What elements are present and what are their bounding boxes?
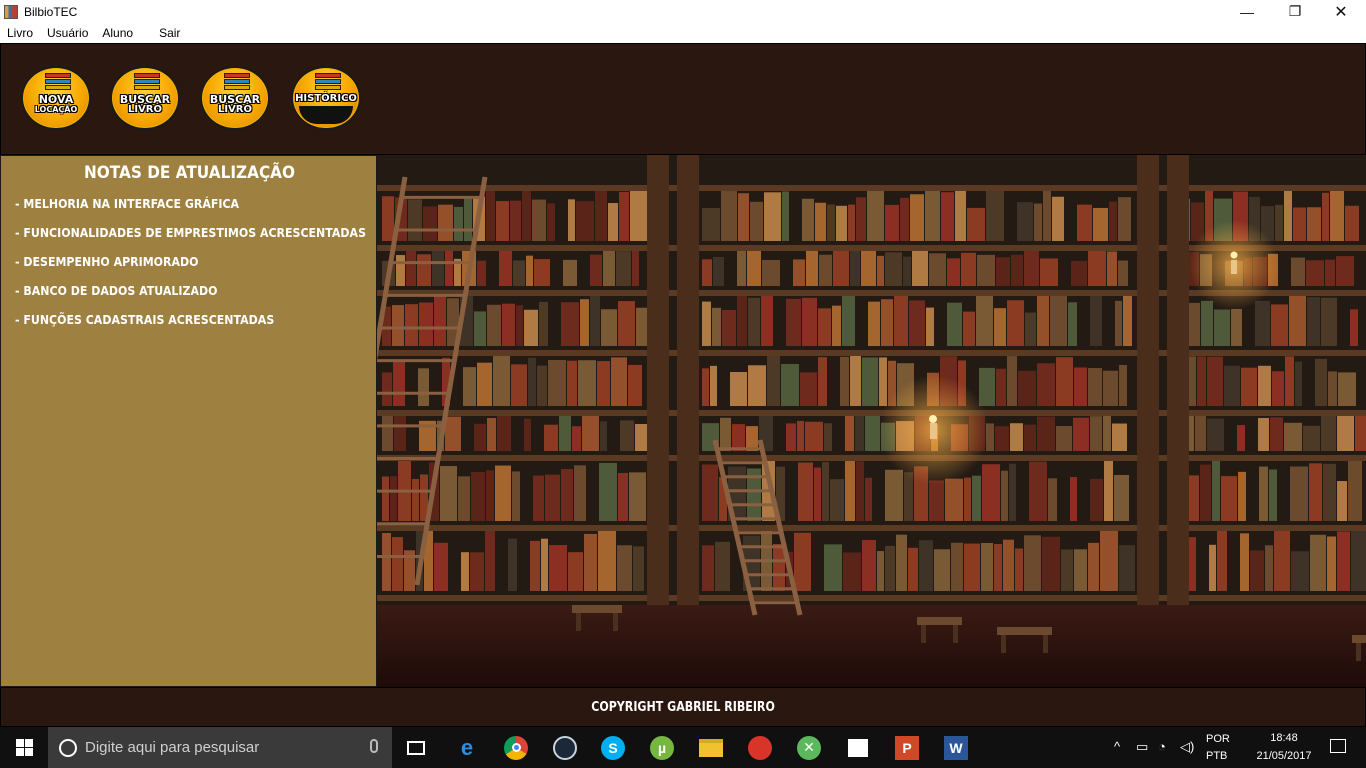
menu-usuario[interactable]: Usuário (40, 26, 95, 40)
clock-date[interactable]: 21/05/2017 (1244, 750, 1324, 762)
toolbar: NOVA LOCAÇÃO BUSCAR LIVRO BUSCAR LIVRO HIST… (0, 43, 1366, 155)
utorrent-button[interactable]: µ (638, 727, 686, 768)
taskbar: Digite aqui para pesquisar e S µ ✕ P W ^… (0, 727, 1366, 768)
app-red-icon (748, 735, 772, 760)
chevron-up-icon[interactable]: ^ (1114, 739, 1120, 754)
edge-icon: e (460, 734, 474, 760)
store-button[interactable] (834, 727, 882, 768)
books-icon (134, 73, 160, 93)
minimize-button[interactable]: — (1224, 0, 1270, 23)
copyright-text: COPYRIGHT GABRIEL RIBEIRO (591, 699, 775, 715)
start-button[interactable] (0, 727, 48, 768)
steam-icon (553, 735, 577, 760)
edge-button[interactable]: e (443, 727, 491, 768)
xbox-button[interactable]: ✕ (785, 727, 833, 768)
restore-icon: ❐ (1288, 3, 1302, 19)
powerpoint-icon: P (895, 735, 919, 760)
clock-time[interactable]: 18:48 (1244, 732, 1324, 744)
footer: COPYRIGHT GABRIEL RIBEIRO (0, 687, 1366, 727)
button-label-line2: LIVRO (127, 104, 163, 115)
battery-icon[interactable]: ▭ (1136, 739, 1148, 755)
windows-logo-icon (15, 739, 33, 756)
store-icon (848, 738, 868, 757)
search-placeholder: Digite aqui para pesquisar (85, 739, 260, 756)
note-item: - MELHORIA NA INTERFACE GRÁFICA (15, 196, 240, 211)
word-button[interactable]: W (932, 727, 980, 768)
wifi-icon[interactable]: ◔ (1158, 739, 1166, 754)
microphone-icon[interactable] (370, 739, 378, 753)
system-tray: ^ ▭ ◔ ◁) POR PTB 18:48 21/05/2017 (1106, 727, 1366, 768)
notifications-icon[interactable] (1330, 739, 1346, 753)
xbox-icon: ✕ (797, 735, 821, 760)
historico-button[interactable]: HISTÓRICO (291, 66, 361, 130)
app-red-button[interactable] (736, 727, 784, 768)
window-title: BilbioTEC (24, 4, 78, 19)
word-icon: W (944, 735, 968, 760)
volume-icon[interactable]: ◁) (1180, 739, 1194, 755)
books-icon (45, 73, 71, 93)
skype-button[interactable]: S (589, 727, 637, 768)
chrome-button[interactable] (492, 727, 540, 768)
bookshelf-illustration (377, 155, 1366, 687)
menu-sair[interactable]: Sair (152, 26, 187, 40)
buscar-livro-button[interactable]: BUSCAR LIVRO (110, 66, 180, 130)
menu-aluno[interactable]: Aluno (95, 26, 140, 40)
note-item: - FUNCIONALIDADES DE EMPRESTIMOS ACRESCE… (15, 225, 366, 240)
steam-button[interactable] (541, 727, 589, 768)
language-indicator[interactable]: POR (1206, 733, 1230, 745)
utorrent-icon: µ (650, 735, 674, 760)
minimize-icon: — (1240, 3, 1254, 20)
maximize-button[interactable]: ❐ (1272, 0, 1318, 23)
notes-panel: NOTAS DE ATUALIZAÇÃO - MELHORIA NA INTER… (0, 155, 377, 687)
chrome-icon (504, 735, 528, 760)
button-label-line1: HISTÓRICO (295, 93, 357, 104)
nova-locacao-button[interactable]: NOVA LOCAÇÃO (21, 66, 91, 130)
note-item: - FUNÇÕES CADASTRAIS ACRESCENTADAS (15, 312, 275, 327)
books-icon (315, 73, 341, 93)
button-label-line2: LOCAÇÃO (34, 105, 78, 114)
cortana-icon (59, 738, 77, 757)
notes-title: NOTAS DE ATUALIZAÇÃO (83, 163, 296, 183)
menu-livro[interactable]: Livro (0, 26, 40, 40)
note-item: - DESEMPENHO APRIMORADO (15, 254, 199, 269)
menu-bar: Livro Usuário Aluno Sair (0, 23, 1366, 43)
note-item: - BANCO DE DADOS ATUALIZADO (15, 283, 218, 298)
button-label-line1: NOVA (38, 93, 74, 106)
task-view-button[interactable] (392, 727, 440, 768)
buscar-livro-button-2[interactable]: BUSCAR LIVRO (200, 66, 270, 130)
file-explorer-button[interactable] (687, 727, 735, 768)
app-icon (4, 4, 18, 19)
keyboard-layout[interactable]: PTB (1206, 750, 1227, 762)
powerpoint-button[interactable]: P (883, 727, 931, 768)
button-label-line2: LIVRO (217, 104, 253, 115)
skype-icon: S (601, 735, 625, 760)
close-icon: ✕ (1334, 3, 1348, 21)
task-view-icon (407, 740, 425, 755)
folder-icon (699, 738, 723, 757)
books-icon (224, 73, 250, 93)
taskbar-search[interactable]: Digite aqui para pesquisar (48, 727, 392, 768)
close-button[interactable]: ✕ (1318, 0, 1364, 23)
library-bookshelf-image (377, 155, 1366, 687)
title-bar: BilbioTEC — ❐ ✕ (0, 0, 1366, 23)
